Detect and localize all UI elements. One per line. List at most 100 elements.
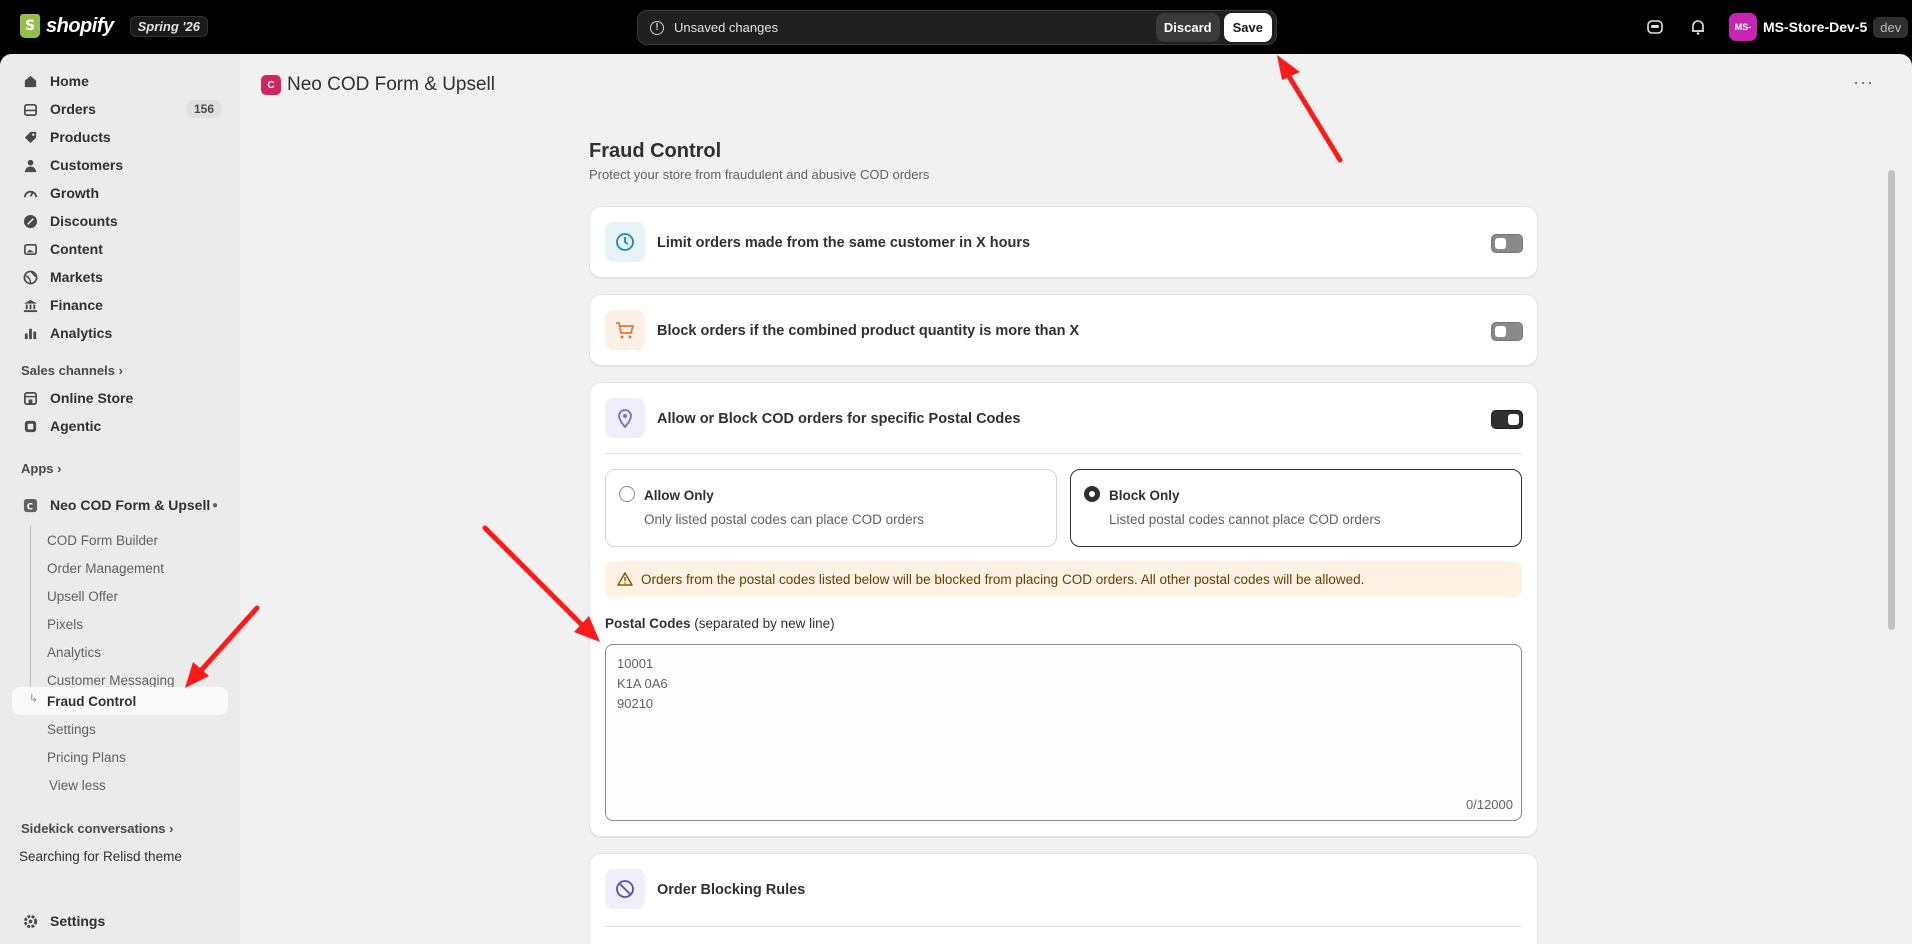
more-actions-icon[interactable]: ··· xyxy=(1853,72,1874,93)
sidebar-item-growth[interactable]: Growth xyxy=(12,179,228,207)
orders-count-badge: 156 xyxy=(185,100,222,118)
discard-button[interactable]: Discard xyxy=(1155,13,1220,42)
sidebar-item-markets[interactable]: Markets xyxy=(12,263,228,291)
sidebar-item-label: Markets xyxy=(50,269,103,285)
orders-icon xyxy=(22,101,38,117)
sidebar-item-analytics[interactable]: Analytics xyxy=(12,319,228,347)
block-circle-icon xyxy=(605,869,645,909)
sidebar-item-label: Finance xyxy=(50,297,103,313)
allow-only-description: Only listed postal codes can place COD o… xyxy=(644,512,924,527)
allow-only-option[interactable]: Allow Only Only listed postal codes can … xyxy=(605,469,1057,547)
subnav-pricing-plans[interactable]: Pricing Plans xyxy=(47,750,126,765)
subnav-cod-form-builder[interactable]: COD Form Builder xyxy=(47,533,158,548)
sidebar-item-label: Growth xyxy=(50,185,99,201)
sidebar-item-content[interactable]: Content xyxy=(12,235,228,263)
sidebar-item-neo-cod-app[interactable]: C Neo COD Form & Upsell ● xyxy=(12,491,228,519)
clock-icon xyxy=(605,222,645,262)
feature-card-order-limit: Limit orders made from the same customer… xyxy=(589,206,1538,278)
sidekick-conversation-item[interactable]: Searching for Relisd theme xyxy=(19,849,182,864)
page-subtitle: Protect your store from fraudulent and a… xyxy=(589,167,930,182)
brand-name: shopify xyxy=(46,14,114,37)
vertical-scrollbar[interactable] xyxy=(1888,170,1895,630)
allow-only-radio[interactable] xyxy=(619,486,635,502)
feature-title: Block orders if the combined product qua… xyxy=(657,323,1080,339)
sidebar-item-label: Home xyxy=(50,73,89,89)
postal-codes-toggle[interactable] xyxy=(1491,410,1523,429)
tag-icon xyxy=(22,129,38,145)
location-pin-icon xyxy=(605,398,645,438)
warning-triangle-icon xyxy=(617,571,633,587)
sidebar-item-label: Agentic xyxy=(50,418,102,434)
unsaved-changes-bar: ! Unsaved changes Discard Save xyxy=(637,10,1277,45)
feature-card-quantity-limit: Block orders if the combined product qua… xyxy=(589,294,1538,366)
view-less-link[interactable]: View less xyxy=(49,778,106,793)
sidebar: Home Orders 156 Products Customers Growt… xyxy=(0,54,240,944)
order-limit-toggle[interactable] xyxy=(1491,234,1523,253)
block-only-radio[interactable] xyxy=(1084,486,1100,502)
apps-heading[interactable]: Apps › xyxy=(21,461,61,476)
image-icon xyxy=(22,241,38,257)
sidebar-item-customers[interactable]: Customers xyxy=(12,151,228,179)
home-icon xyxy=(22,73,38,89)
subnav-pixels[interactable]: Pixels xyxy=(47,617,83,632)
bar-chart-icon xyxy=(22,325,38,341)
gauge-icon xyxy=(22,185,38,201)
card-divider xyxy=(605,453,1522,454)
info-icon: ! xyxy=(650,20,664,35)
app-logo-icon: C xyxy=(261,75,281,95)
sidebar-item-label: Neo COD Form & Upsell xyxy=(50,497,211,513)
subnav-customer-messaging[interactable]: Customer Messaging xyxy=(47,673,175,688)
allow-only-title: Allow Only xyxy=(644,488,714,503)
feature-title: Limit orders made from the same customer… xyxy=(657,235,1031,251)
subnav-upsell-offer[interactable]: Upsell Offer xyxy=(47,589,118,604)
app-title: Neo COD Form & Upsell xyxy=(287,74,495,95)
subnav-order-management[interactable]: Order Management xyxy=(47,561,164,576)
edition-badge: Spring '26 xyxy=(129,15,208,37)
sidekick-icon[interactable] xyxy=(1646,18,1664,36)
sidebar-item-label: Online Store xyxy=(50,390,134,406)
subnav-settings[interactable]: Settings xyxy=(47,722,96,737)
discount-icon xyxy=(22,213,38,229)
save-button[interactable]: Save xyxy=(1223,13,1272,42)
sidebar-item-online-store[interactable]: Online Store xyxy=(12,384,228,412)
person-icon xyxy=(22,157,38,173)
sidebar-item-orders[interactable]: Orders 156 xyxy=(12,95,228,123)
feature-title: Order Blocking Rules xyxy=(657,882,806,898)
sidebar-item-discounts[interactable]: Discounts xyxy=(12,207,228,235)
admin-shell: Home Orders 156 Products Customers Growt… xyxy=(0,54,1912,944)
sidebar-item-label: Customers xyxy=(50,157,124,173)
globe-icon xyxy=(22,269,38,285)
bell-icon[interactable] xyxy=(1689,18,1707,36)
subnav-line xyxy=(30,526,31,704)
subnav-fraud-control-label: Fraud Control xyxy=(47,694,137,709)
postal-codes-textarea[interactable]: 10001 K1A 0A6 90210 xyxy=(605,644,1522,821)
quantity-limit-toggle[interactable] xyxy=(1491,322,1523,341)
block-only-description: Listed postal codes cannot place COD ord… xyxy=(1109,512,1381,527)
sidebar-item-home[interactable]: Home xyxy=(12,67,228,95)
sidekick-heading[interactable]: Sidekick conversations › xyxy=(21,821,173,836)
sidebar-item-agentic[interactable]: Agentic xyxy=(12,412,228,440)
shopify-bag-icon xyxy=(20,14,40,38)
feature-card-blocking-rules: Order Blocking Rules xyxy=(589,853,1538,944)
agentic-icon xyxy=(22,418,38,434)
sidebar-item-settings[interactable]: Settings xyxy=(12,907,228,935)
sales-channels-heading[interactable]: Sales channels › xyxy=(21,363,123,378)
app-icon: C xyxy=(22,497,38,513)
sidebar-item-finance[interactable]: Finance xyxy=(12,291,228,319)
postal-codes-hint: (separated by new line) xyxy=(694,616,835,631)
sidebar-item-label: Analytics xyxy=(50,325,113,341)
shopify-logo[interactable]: shopify Spring '26 xyxy=(20,14,208,38)
store-avatar: MS- xyxy=(1729,13,1757,41)
subnav-analytics[interactable]: Analytics xyxy=(47,645,101,660)
page-title: Fraud Control xyxy=(589,140,722,162)
pin-dot-icon[interactable]: ● xyxy=(212,500,218,511)
sidebar-item-label: Products xyxy=(50,129,111,145)
warning-banner: Orders from the postal codes listed belo… xyxy=(605,561,1522,597)
gear-icon xyxy=(22,913,38,929)
store-icon xyxy=(22,390,38,406)
sidebar-item-products[interactable]: Products xyxy=(12,123,228,151)
block-only-option[interactable]: Block Only Listed postal codes cannot pl… xyxy=(1070,469,1522,547)
store-switcher[interactable]: MS- MS-Store-Dev-5 dev xyxy=(1729,13,1909,41)
svg-text:C: C xyxy=(26,501,32,511)
app-header: C Neo COD Form & Upsell xyxy=(261,74,495,96)
